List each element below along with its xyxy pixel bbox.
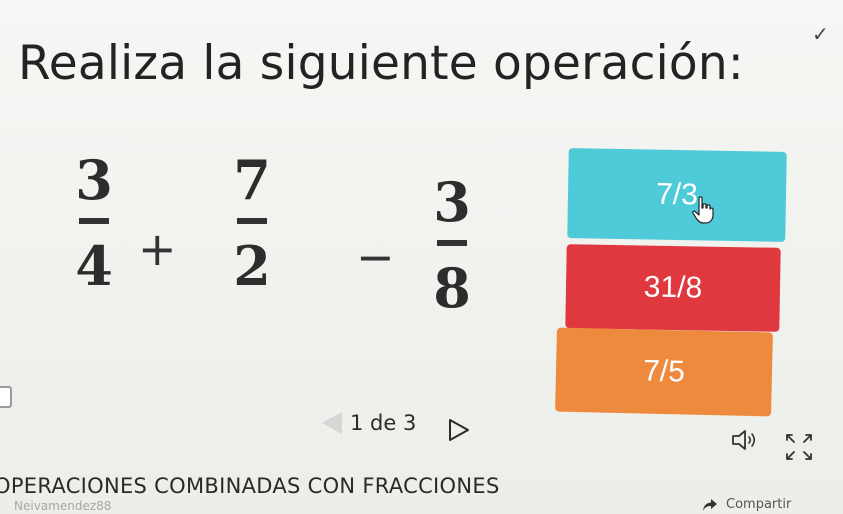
fraction-term-3: 3 8 bbox=[424, 172, 480, 318]
share-arrow-icon bbox=[703, 498, 717, 511]
denominator: 8 bbox=[433, 256, 471, 320]
fullscreen-icon[interactable] bbox=[784, 432, 814, 462]
plus-operator: + bbox=[138, 222, 177, 276]
activity-stage: ✓ Realiza la siguiente operación: 3 4 + … bbox=[0, 0, 843, 514]
activity-title: OPERACIONES COMBINADAS CON FRACCIONES bbox=[0, 474, 500, 498]
instruction-title: Realiza la siguiente operación: bbox=[18, 36, 744, 91]
answer-option-7-5[interactable]: 7/5 bbox=[555, 327, 773, 417]
denominator: 4 bbox=[75, 234, 113, 298]
numerator: 3 bbox=[75, 148, 113, 212]
denominator: 2 bbox=[233, 234, 271, 298]
answer-option-label: 31/8 bbox=[643, 270, 703, 305]
author-link[interactable]: Neivamendez88 bbox=[14, 499, 111, 513]
minus-operator: − bbox=[356, 230, 395, 284]
fraction-bar bbox=[437, 240, 467, 246]
hand-pointer-icon bbox=[692, 196, 714, 224]
answer-option-31-8[interactable]: 31/8 bbox=[565, 244, 781, 332]
share-label: Compartir bbox=[726, 497, 792, 512]
triangle-right-icon[interactable] bbox=[447, 418, 471, 442]
fraction-term-1: 3 4 bbox=[66, 150, 122, 296]
fraction-term-2: 7 2 bbox=[224, 150, 280, 296]
speaker-icon[interactable] bbox=[731, 428, 761, 452]
answer-option-label: 7/5 bbox=[642, 354, 686, 389]
side-panel-handle[interactable] bbox=[0, 386, 12, 408]
fraction-bar bbox=[237, 218, 267, 224]
fraction-bar bbox=[79, 218, 109, 224]
page-indicator: 1 de 3 bbox=[350, 411, 417, 435]
triangle-left-icon[interactable] bbox=[322, 412, 342, 434]
check-icon: ✓ bbox=[812, 22, 829, 46]
share-button[interactable]: Compartir bbox=[702, 497, 791, 512]
answer-option-7-3[interactable]: 7/3 bbox=[567, 148, 787, 242]
numerator: 3 bbox=[433, 170, 471, 234]
numerator: 7 bbox=[233, 148, 271, 212]
